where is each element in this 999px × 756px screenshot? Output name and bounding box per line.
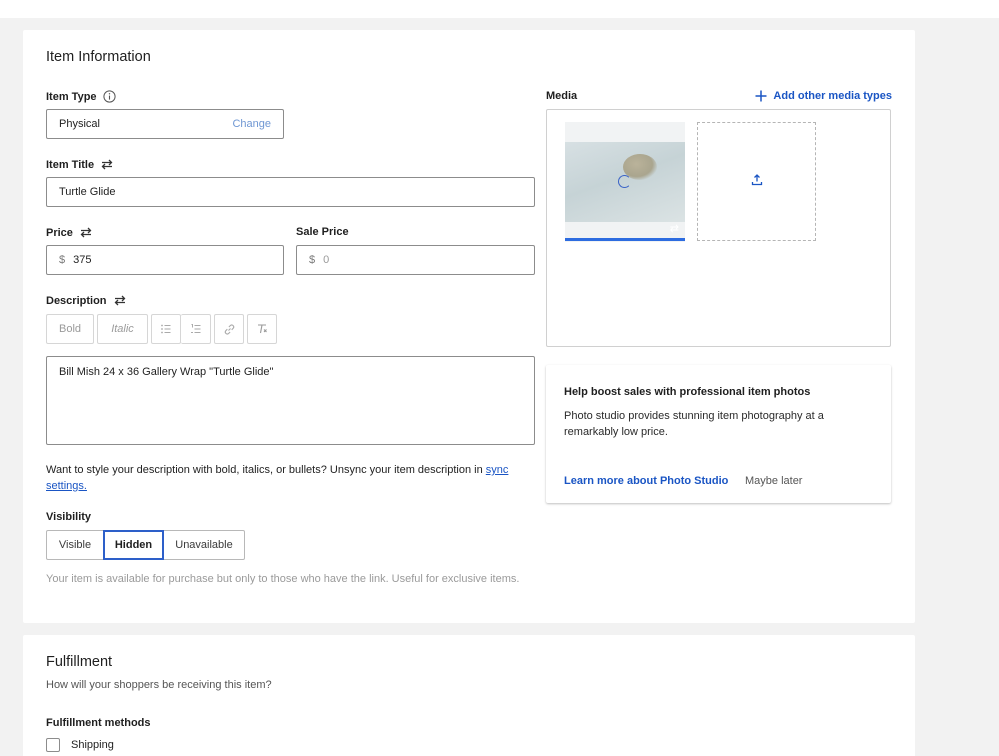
sync-icon[interactable]	[79, 226, 93, 239]
maybe-later-button[interactable]: Maybe later	[745, 475, 802, 487]
shipping-label: Shipping	[71, 739, 114, 751]
visibility-hidden-option[interactable]: Hidden	[103, 530, 164, 560]
fulfillment-subtitle: How will your shoppers be receiving this…	[46, 679, 272, 691]
learn-more-photo-studio-link[interactable]: Learn more about Photo Studio	[564, 475, 728, 487]
fulfillment-title: Fulfillment	[46, 654, 113, 670]
media-thumbnail[interactable]: ⇄	[565, 122, 685, 242]
link-icon[interactable]	[214, 314, 244, 344]
item-type-label-text: Item Type	[46, 90, 97, 103]
item-title-value: Turtle Glide	[59, 186, 116, 198]
fulfillment-methods-label: Fulfillment methods	[46, 717, 151, 729]
visibility-label: Visibility	[46, 511, 92, 523]
media-label: Media	[546, 90, 578, 102]
swap-icon[interactable]: ⇄	[670, 222, 679, 235]
description-label: Description	[46, 294, 127, 307]
sync-note-text: Want to style your description with bold…	[46, 464, 486, 476]
visibility-hint: Your item is available for purchase but …	[46, 573, 520, 585]
info-icon[interactable]	[102, 90, 116, 103]
italic-button[interactable]: Italic	[97, 314, 148, 344]
upload-icon	[751, 173, 763, 191]
item-type-field: Physical Change	[46, 109, 284, 139]
clear-format-icon[interactable]	[247, 314, 277, 344]
spinner-icon	[618, 175, 631, 188]
visibility-visible-option[interactable]: Visible	[46, 530, 104, 560]
promo-title: Help boost sales with professional item …	[564, 386, 811, 398]
add-media-types-label: Add other media types	[773, 90, 892, 103]
turtle-photo	[565, 142, 685, 222]
item-type-value: Physical	[59, 118, 100, 130]
shipping-checkbox[interactable]	[46, 738, 60, 752]
visibility-segmented-control: Visible Hidden Unavailable	[46, 530, 245, 560]
item-type-label: Item Type	[46, 90, 116, 103]
bold-button[interactable]: Bold	[46, 314, 94, 344]
currency-symbol: $	[309, 254, 316, 266]
sale-price-label: Sale Price	[296, 226, 349, 238]
description-sync-note: Want to style your description with bold…	[46, 462, 526, 494]
add-media-types-button[interactable]: Add other media types	[755, 90, 892, 102]
currency-symbol: $	[59, 254, 66, 266]
sale-price-placeholder: 0	[323, 254, 330, 266]
description-toolbar: Bold Italic	[46, 314, 277, 344]
sync-icon[interactable]	[113, 294, 127, 307]
item-title-label-text: Item Title	[46, 158, 95, 171]
bullet-list-icon[interactable]	[151, 314, 181, 344]
section-title: Item Information	[46, 49, 151, 65]
change-item-type-button[interactable]: Change	[232, 118, 271, 130]
upload-dropzone[interactable]	[697, 122, 816, 241]
upload-progress-bar	[565, 238, 685, 241]
media-gallery: ⇄	[546, 109, 891, 347]
item-title-input[interactable]: Turtle Glide	[46, 177, 535, 207]
numbered-list-icon[interactable]	[181, 314, 211, 344]
price-input[interactable]: $ 375	[46, 245, 284, 275]
sync-icon[interactable]	[100, 158, 114, 171]
price-value: 375	[73, 254, 92, 266]
item-title-label: Item Title	[46, 158, 114, 171]
list-button-group	[151, 314, 211, 344]
price-label: Price	[46, 226, 93, 239]
description-label-text: Description	[46, 294, 107, 307]
price-label-text: Price	[46, 226, 73, 239]
item-information-card: Item Information Item Type Physical Chan…	[23, 30, 915, 623]
visibility-unavailable-option[interactable]: Unavailable	[164, 530, 245, 560]
photo-studio-promo: Help boost sales with professional item …	[546, 365, 891, 503]
promo-body: Photo studio provides stunning item phot…	[564, 410, 824, 438]
sale-price-input[interactable]: $ 0	[296, 245, 535, 275]
top-bar	[0, 0, 999, 18]
description-textarea[interactable]: Bill Mish 24 x 36 Gallery Wrap "Turtle G…	[46, 356, 535, 445]
fulfillment-card: Fulfillment How will your shoppers be re…	[23, 635, 915, 756]
plus-icon	[755, 90, 767, 102]
